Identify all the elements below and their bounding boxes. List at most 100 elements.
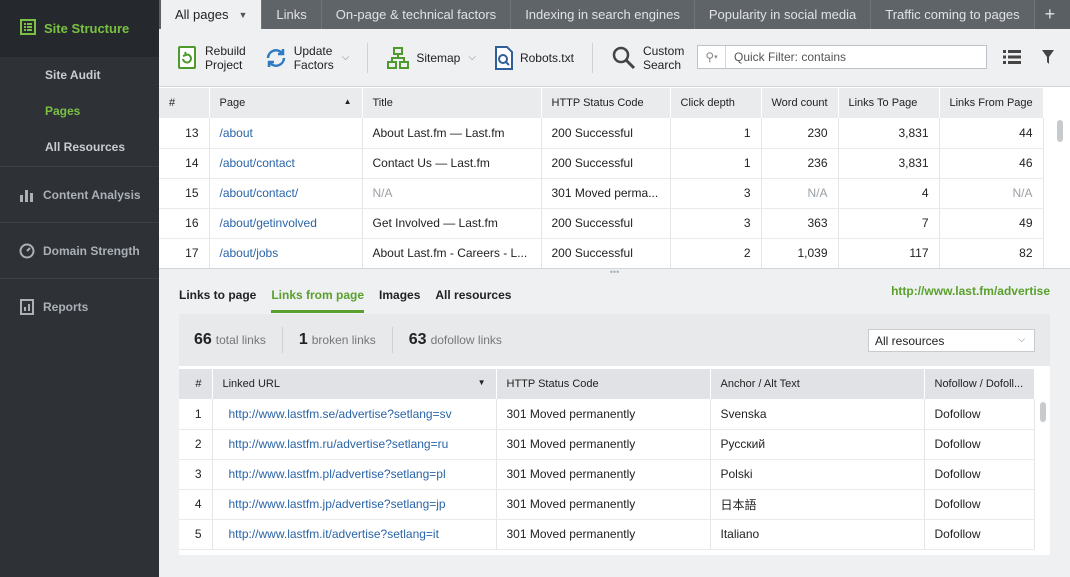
cell-words: 1,039 xyxy=(761,238,839,269)
pages-table: # Page ▲ Title HTTP Status Code Click dep… xyxy=(159,88,1044,269)
cell-page[interactable]: /about/contact xyxy=(209,148,363,179)
cell-title: Contact Us — Last.fm xyxy=(362,148,542,179)
table-row[interactable]: 17 /about/jobs About Last.fm - Careers -… xyxy=(159,238,1044,269)
tab-images[interactable]: Images xyxy=(379,288,420,313)
cell-status: 200 Successful xyxy=(541,148,671,179)
table-row[interactable]: 14 /about/contact Contact Us — Last.fm 2… xyxy=(159,148,1044,179)
cell-title: Get Involved — Last.fm xyxy=(362,208,542,239)
cell-index: 14 xyxy=(159,148,210,179)
tab-links-from-page[interactable]: Links from page xyxy=(271,288,365,313)
cell-index: 3 xyxy=(179,459,213,490)
rebuild-project-button[interactable]: Rebuild Project xyxy=(177,44,246,72)
cell-title: N/A xyxy=(362,178,542,209)
table-row[interactable]: 16 /about/getinvolved Get Involved — Las… xyxy=(159,208,1044,239)
col-header-label: Linked URL xyxy=(222,378,280,390)
cell-page[interactable]: /about/jobs xyxy=(209,238,363,269)
col-header-index[interactable]: # xyxy=(159,88,210,118)
sidebar-item-reports[interactable]: Reports xyxy=(0,278,159,334)
cell-url[interactable]: http://www.lastfm.pl/advertise?setlang=p… xyxy=(212,459,497,490)
col-header-links-to[interactable]: Links To Page xyxy=(838,88,940,118)
resource-filter-select[interactable]: All resources ⌵ xyxy=(868,329,1035,352)
sidebar-item-all-resources[interactable]: All Resources xyxy=(0,129,159,165)
col-header-links-from[interactable]: Links From Page xyxy=(939,88,1044,118)
col-header-click-depth[interactable]: Click depth xyxy=(670,88,762,118)
col-header-index[interactable]: # xyxy=(179,369,213,399)
tab-all-resources[interactable]: All resources xyxy=(435,288,511,313)
table-row[interactable]: 13 /about About Last.fm — Last.fm 200 Su… xyxy=(159,118,1044,149)
col-header-anchor[interactable]: Anchor / Alt Text xyxy=(710,369,925,399)
toolbar-divider xyxy=(367,42,369,73)
table-row[interactable]: 15 /about/contact/ N/A 301 Moved perma..… xyxy=(159,178,1044,209)
filter-funnel-icon[interactable] xyxy=(1041,49,1055,68)
update-factors-button[interactable]: Update Factors ⌵ xyxy=(264,44,350,72)
robots-button[interactable]: Robots.txt xyxy=(494,45,574,70)
cell-links-to: 3,831 xyxy=(838,148,940,179)
tab-onpage[interactable]: On-page & technical factors xyxy=(321,0,512,29)
links-panel: 66 total links 1 broken links 63 dofollow l… xyxy=(179,314,1050,555)
chevron-down-icon: ▼ xyxy=(238,9,248,20)
table-row[interactable]: 5 http://www.lastfm.it/advertise?setlang… xyxy=(179,519,1035,550)
scrollbar-thumb[interactable] xyxy=(1040,402,1046,422)
stat-label: dofollow links xyxy=(430,333,502,347)
tab-links-to-page[interactable]: Links to page xyxy=(179,288,256,313)
sidebar-label: Content Analysis xyxy=(43,187,141,202)
update-label-2: Factors xyxy=(293,57,334,72)
col-header-follow[interactable]: Nofollow / Dofoll... xyxy=(924,369,1035,399)
col-header-page[interactable]: Page ▲ xyxy=(209,88,363,118)
stat-broken-links: 1 broken links xyxy=(299,331,376,349)
tab-links[interactable]: Links xyxy=(262,0,322,29)
sidebar-item-site-audit[interactable]: Site Audit xyxy=(0,57,159,93)
pages-scrollbar[interactable] xyxy=(1054,118,1066,268)
col-header-title[interactable]: Title xyxy=(362,88,542,118)
scrollbar-thumb[interactable] xyxy=(1057,120,1063,142)
links-scrollbar[interactable] xyxy=(1038,402,1048,552)
cell-depth: 2 xyxy=(670,238,762,269)
cell-title: About Last.fm — Last.fm xyxy=(362,118,542,149)
table-row[interactable]: 1 http://www.lastfm.se/advertise?setlang… xyxy=(179,399,1035,430)
toolbar: Rebuild Project Update Factors ⌵ Sitemap ⌵… xyxy=(159,29,1070,87)
chevron-down-icon[interactable]: ⌵ xyxy=(342,52,350,63)
cell-links-from: N/A xyxy=(939,178,1044,209)
cell-url[interactable]: http://www.lastfm.se/advertise?setlang=s… xyxy=(212,399,497,430)
sidebar-site-structure[interactable]: Site Structure xyxy=(0,0,159,57)
cell-links-from: 46 xyxy=(939,148,1044,179)
chevron-down-icon: ⌵ xyxy=(1018,334,1025,344)
quick-filter-input[interactable]: ⚲ ▾ Quick Filter: contains xyxy=(697,45,987,69)
table-row[interactable]: 3 http://www.lastfm.pl/advertise?setlang… xyxy=(179,459,1035,490)
col-header-status[interactable]: HTTP Status Code xyxy=(541,88,671,118)
custom-search-button[interactable]: Custom Search xyxy=(611,44,684,72)
splitter-handle[interactable]: ••• xyxy=(159,268,1070,278)
sidebar-item-content-analysis[interactable]: Content Analysis xyxy=(0,166,159,222)
sidebar-item-domain-strength[interactable]: Domain Strength xyxy=(0,222,159,278)
sidebar-item-pages[interactable]: Pages xyxy=(0,93,159,129)
col-header-word-count[interactable]: Word count xyxy=(761,88,839,118)
tab-traffic[interactable]: Traffic coming to pages xyxy=(871,0,1035,29)
stat-divider xyxy=(391,327,393,353)
cell-page[interactable]: /about/contact/ xyxy=(209,178,363,209)
col-header-linked-url[interactable]: Linked URL ▼ xyxy=(212,369,497,399)
table-row[interactable]: 4 http://www.lastfm.jp/advertise?setlang… xyxy=(179,489,1035,520)
cell-url[interactable]: http://www.lastfm.it/advertise?setlang=i… xyxy=(212,519,497,550)
cell-words: N/A xyxy=(761,178,839,209)
col-header-status[interactable]: HTTP Status Code xyxy=(496,369,711,399)
cell-anchor: Svenska xyxy=(710,399,925,430)
list-view-icon[interactable] xyxy=(1003,49,1021,68)
table-row[interactable]: 2 http://www.lastfm.ru/advertise?setlang… xyxy=(179,429,1035,460)
cell-links-to: 4 xyxy=(838,178,940,209)
cell-page[interactable]: /about/getinvolved xyxy=(209,208,363,239)
tab-indexing[interactable]: Indexing in search engines xyxy=(511,0,695,29)
cell-follow: Dofollow xyxy=(924,519,1035,550)
filter-search-icon[interactable]: ⚲ ▾ xyxy=(698,46,726,68)
cell-url[interactable]: http://www.lastfm.jp/advertise?setlang=j… xyxy=(212,489,497,520)
selected-page-url[interactable]: http://www.last.fm/advertise xyxy=(891,284,1050,298)
chevron-down-icon[interactable]: ⌵ xyxy=(468,52,476,63)
cell-status: 301 Moved permanently xyxy=(496,519,711,550)
sitemap-button[interactable]: Sitemap ⌵ xyxy=(386,46,476,70)
tab-all-pages[interactable]: All pages ▼ xyxy=(161,0,263,29)
cell-url[interactable]: http://www.lastfm.ru/advertise?setlang=r… xyxy=(212,429,497,460)
cell-page[interactable]: /about xyxy=(209,118,363,149)
cell-index: 16 xyxy=(159,208,210,239)
add-tab-icon[interactable]: + xyxy=(1035,0,1066,29)
tab-social[interactable]: Popularity in social media xyxy=(694,0,872,29)
col-header-label: Page xyxy=(219,97,246,109)
